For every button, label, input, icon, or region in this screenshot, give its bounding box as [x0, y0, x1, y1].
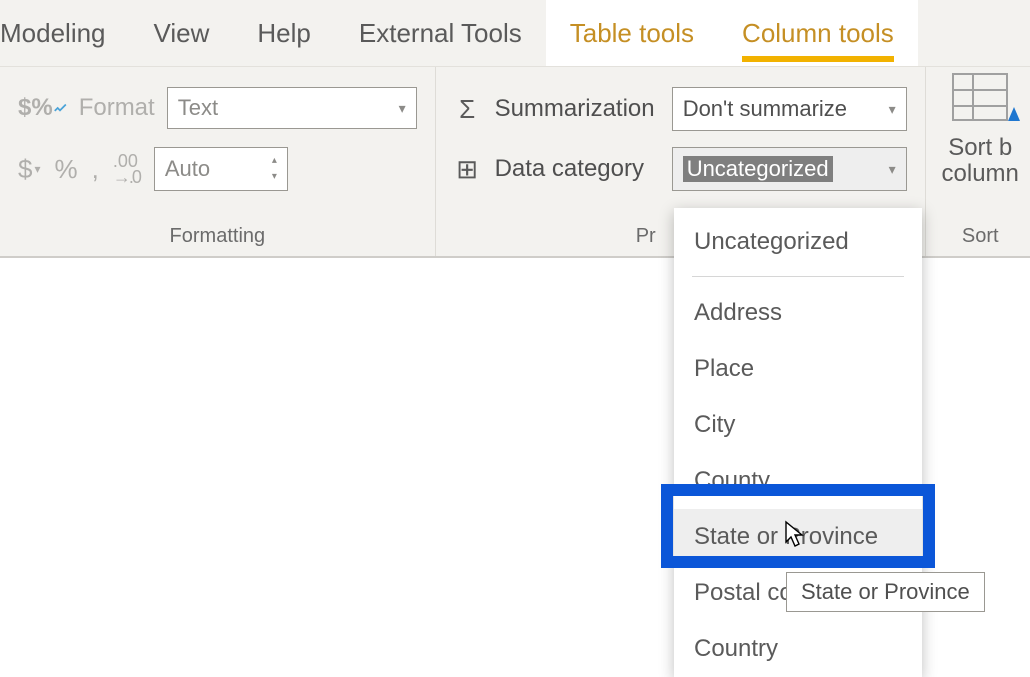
tab-column-tools[interactable]: Column tools	[718, 0, 918, 66]
ribbon-tabstrip: Modeling View Help External Tools Table …	[0, 0, 1030, 66]
format-icon: $%	[18, 94, 67, 122]
dropdown-item-uncategorized[interactable]: Uncategorized	[674, 214, 922, 270]
sort-by-column-button[interactable]	[952, 73, 1008, 121]
data-category-value: Uncategorized	[683, 156, 833, 182]
summarization-label: Summarization	[495, 95, 658, 123]
tooltip: State or Province	[786, 572, 985, 612]
currency-button[interactable]: $▾	[18, 154, 41, 185]
chevron-down-icon: ▾	[889, 101, 896, 118]
tab-modeling[interactable]: Modeling	[0, 0, 130, 66]
group-label-formatting: Formatting	[0, 225, 435, 248]
decimal-places-value: Auto	[165, 156, 210, 182]
data-category-label: Data category	[495, 155, 658, 183]
dropdown-item-city[interactable]: City	[674, 397, 922, 453]
tab-view[interactable]: View	[130, 0, 234, 66]
group-label-sort: Sort	[926, 225, 1030, 248]
data-category-combo[interactable]: Uncategorized ▾	[672, 147, 907, 191]
thousands-separator-button[interactable]: ,	[92, 154, 99, 185]
format-label: Format	[79, 94, 155, 122]
decimals-button[interactable]: .00→.0	[113, 153, 140, 185]
dropdown-item-address[interactable]: Address	[674, 285, 922, 341]
summarization-value: Don't summarize	[683, 96, 847, 122]
decimal-places-combo[interactable]: Auto ▴▾	[154, 147, 288, 191]
dropdown-item-county[interactable]: County	[674, 453, 922, 509]
chevron-down-icon: ▾	[889, 161, 896, 178]
dropdown-item-country[interactable]: Country	[674, 621, 922, 677]
format-combo-value: Text	[178, 95, 218, 121]
group-formatting: $% Format Text ▾ $▾ % , .00→.0	[0, 67, 436, 256]
dropdown-item-place[interactable]: Place	[674, 341, 922, 397]
group-sort: Sort bcolumn Sort	[926, 67, 1030, 256]
percent-button[interactable]: %	[55, 154, 78, 185]
sigma-icon: Σ	[454, 94, 481, 125]
sort-caption: Sort bcolumn	[942, 135, 1019, 188]
spinner-icon: ▴▾	[272, 156, 277, 182]
summarization-combo[interactable]: Don't summarize ▾	[672, 87, 907, 131]
dropdown-item-state-or-province[interactable]: State or Province	[674, 509, 922, 565]
tab-help[interactable]: Help	[233, 0, 334, 66]
sort-icon	[952, 73, 1008, 121]
category-icon: ⊞	[454, 154, 481, 185]
chevron-down-icon: ▾	[399, 100, 406, 117]
tab-external-tools[interactable]: External Tools	[335, 0, 546, 66]
tab-table-tools[interactable]: Table tools	[546, 0, 718, 66]
format-combo[interactable]: Text ▾	[167, 87, 417, 129]
dropdown-separator	[692, 276, 904, 277]
